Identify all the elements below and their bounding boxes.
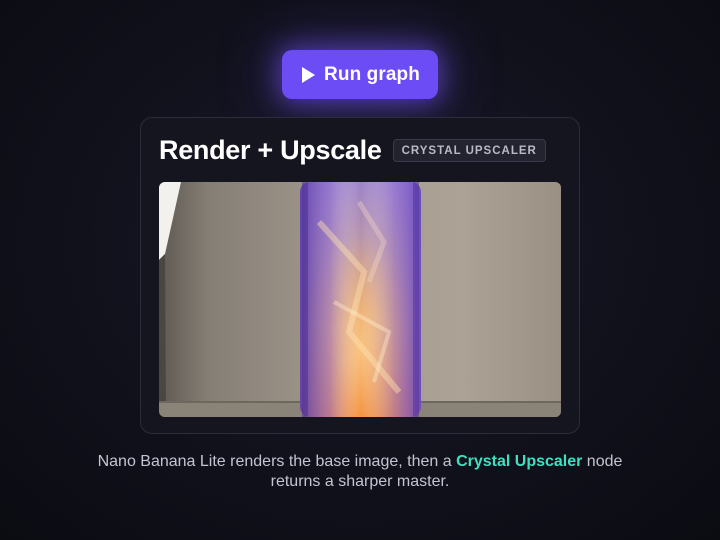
caption-text-before: Nano Banana Lite renders the base image,… [97, 453, 457, 470]
card-title: Render + Upscale [159, 135, 382, 165]
caption: Nano Banana Lite renders the base image,… [0, 452, 720, 492]
caption-highlight: Crystal Upscaler [456, 453, 583, 470]
run-graph-label: Run graph [324, 63, 420, 85]
rendered-image [159, 182, 561, 417]
card-header: Render + Upscale CRYSTAL UPSCALER [159, 135, 546, 166]
run-graph-button[interactable]: Run graph [282, 50, 438, 99]
node-type-badge: CRYSTAL UPSCALER [392, 139, 546, 162]
caption-line-2: returns a sharper master. [270, 473, 450, 490]
render-upscale-node-card: Render + Upscale CRYSTAL UPSCALER [140, 117, 580, 434]
play-icon [302, 66, 316, 83]
caption-text-after: node [582, 453, 623, 470]
caption-line-1: Nano Banana Lite renders the base image,… [0, 452, 720, 472]
